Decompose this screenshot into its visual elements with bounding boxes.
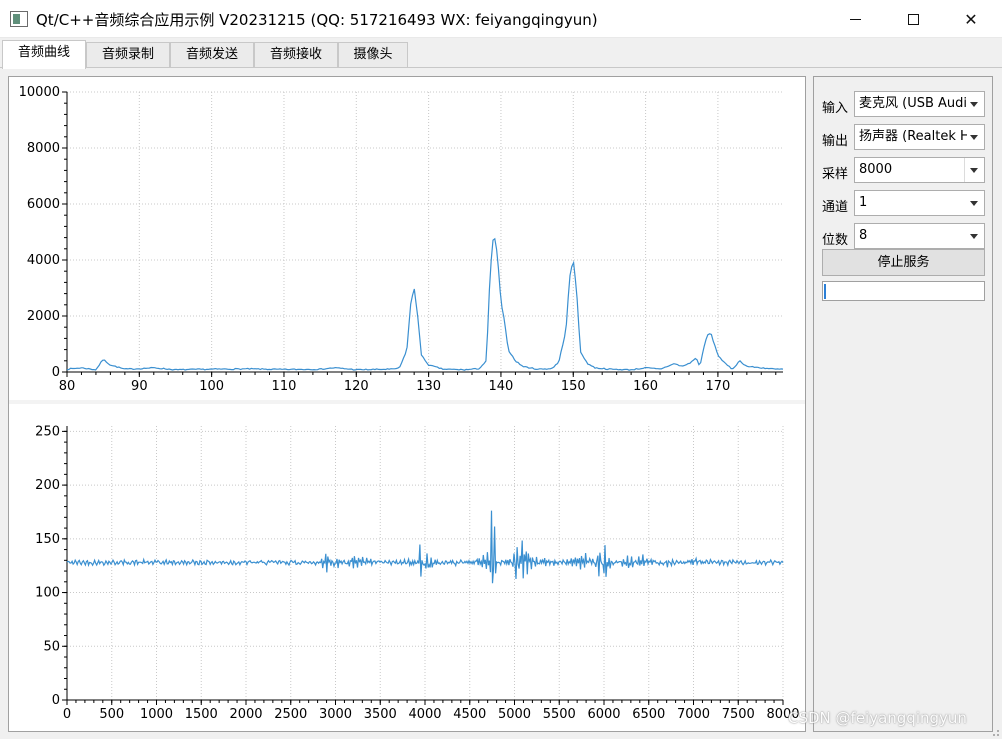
x-tick-label: 120: [344, 379, 369, 394]
x-tick-label: 90: [131, 379, 148, 394]
x-tick-label: 4000: [408, 707, 441, 722]
chevron-down-icon: [970, 135, 978, 140]
x-tick-label: 3000: [319, 707, 352, 722]
y-tick-label: 100: [35, 586, 60, 601]
volume-level-bar: [822, 281, 985, 301]
tab-bar: 音频曲线 音频录制 音频发送 音频接收 摄像头: [0, 38, 1002, 69]
x-tick-label: 6000: [587, 707, 620, 722]
chevron-down-icon: [970, 234, 978, 239]
tab-audio-record[interactable]: 音频录制: [86, 42, 170, 68]
bits-value: 8: [859, 228, 868, 243]
chevron-down-icon: [970, 102, 978, 107]
maximize-button[interactable]: [884, 0, 942, 38]
x-tick-label: 170: [705, 379, 730, 394]
window-title: Qt/C++音频综合应用示例 V20231215 (QQ: 517216493 …: [36, 11, 598, 29]
output-label: 输出: [822, 134, 849, 149]
maximize-icon: [907, 13, 919, 25]
output-device-select[interactable]: 扬声器 (Realtek H: [854, 124, 985, 150]
sample-rate-label: 采样: [822, 167, 849, 182]
close-icon: ✕: [964, 9, 978, 29]
app-window-icon: [10, 11, 28, 27]
y-tick-label: 50: [43, 639, 60, 654]
sample-rate-value: 8000: [859, 162, 893, 177]
y-tick-label: 0: [52, 693, 60, 708]
tab-camera[interactable]: 摄像头: [338, 42, 408, 68]
x-tick-label: 6500: [632, 707, 665, 722]
x-tick-label: 100: [199, 379, 224, 394]
sample-rate-select[interactable]: 8000: [854, 157, 985, 183]
chevron-down-icon: [970, 168, 978, 173]
x-tick-label: 1000: [140, 707, 173, 722]
y-tick-label: 6000: [27, 197, 60, 212]
volume-level-fill: [824, 284, 826, 299]
settings-panel: 输入 麦克风 (USB Audio 输出 扬声器 (Realtek H 采样 8…: [813, 76, 993, 732]
channel-select[interactable]: 1: [854, 190, 985, 216]
tab-audio-receive[interactable]: 音频接收: [254, 42, 338, 68]
y-tick-label: 10000: [19, 85, 60, 100]
y-tick-label: 0: [52, 365, 60, 380]
x-tick-label: 0: [63, 707, 71, 722]
x-tick-label: 140: [489, 379, 514, 394]
combo-separator: [964, 158, 965, 182]
close-button[interactable]: ✕: [942, 0, 1000, 38]
tab-content: 80 90 100 110 120 130 140 150 160 170 0 2000 4000 600…: [0, 68, 1002, 739]
x-tick-label: 5500: [543, 707, 576, 722]
y-tick-label: 250: [35, 424, 60, 439]
tab-audio-send[interactable]: 音频发送: [170, 42, 254, 68]
x-tick-label: 2500: [274, 707, 307, 722]
y-tick-label: 150: [35, 532, 60, 547]
x-tick-label: 500: [99, 707, 124, 722]
stop-service-button[interactable]: 停止服务: [822, 249, 985, 276]
chevron-down-icon: [970, 201, 978, 206]
bits-select[interactable]: 8: [854, 223, 985, 249]
x-tick-label: 7000: [677, 707, 710, 722]
spectrum-curve: [66, 237, 784, 371]
minimize-button[interactable]: [826, 0, 884, 38]
y-tick-label: 8000: [27, 141, 60, 156]
x-tick-label: 130: [416, 379, 441, 394]
y-tick-label: 2000: [27, 309, 60, 324]
x-tick-label: 3500: [364, 707, 397, 722]
y-tick-label: 200: [35, 478, 60, 493]
x-tick-label: 160: [633, 379, 658, 394]
x-tick-label: 7500: [722, 707, 755, 722]
input-device-value: 麦克风 (USB Audio: [859, 96, 967, 111]
x-tick-label: 4500: [453, 707, 486, 722]
tab-audio-curve[interactable]: 音频曲线: [2, 40, 86, 69]
minimize-icon: [849, 18, 861, 20]
x-tick-label: 110: [272, 379, 297, 394]
channel-value: 1: [859, 195, 868, 210]
x-tick-label: 80: [59, 379, 76, 394]
resize-grip-icon[interactable]: [990, 727, 1000, 737]
channel-label: 通道: [822, 200, 849, 215]
x-tick-label: 5000: [498, 707, 531, 722]
audio-charts: 80 90 100 110 120 130 140 150 160 170020004000600…: [19, 85, 800, 722]
input-label: 输入: [822, 101, 849, 116]
x-tick-label: 150: [561, 379, 586, 394]
y-tick-label: 4000: [27, 253, 60, 268]
x-tick-label: 1500: [185, 707, 218, 722]
output-device-value: 扬声器 (Realtek H: [859, 129, 967, 144]
bits-label: 位数: [822, 233, 849, 248]
x-tick-label: 2000: [229, 707, 262, 722]
watermark: CSDN @feiyangqingyun: [788, 709, 967, 727]
input-device-select[interactable]: 麦克风 (USB Audio: [854, 91, 985, 117]
title-bar: Qt/C++音频综合应用示例 V20231215 (QQ: 517216493 …: [0, 0, 1002, 38]
plot-panel: 80 90 100 110 120 130 140 150 160 170 0 2000 4000 600…: [8, 76, 806, 732]
